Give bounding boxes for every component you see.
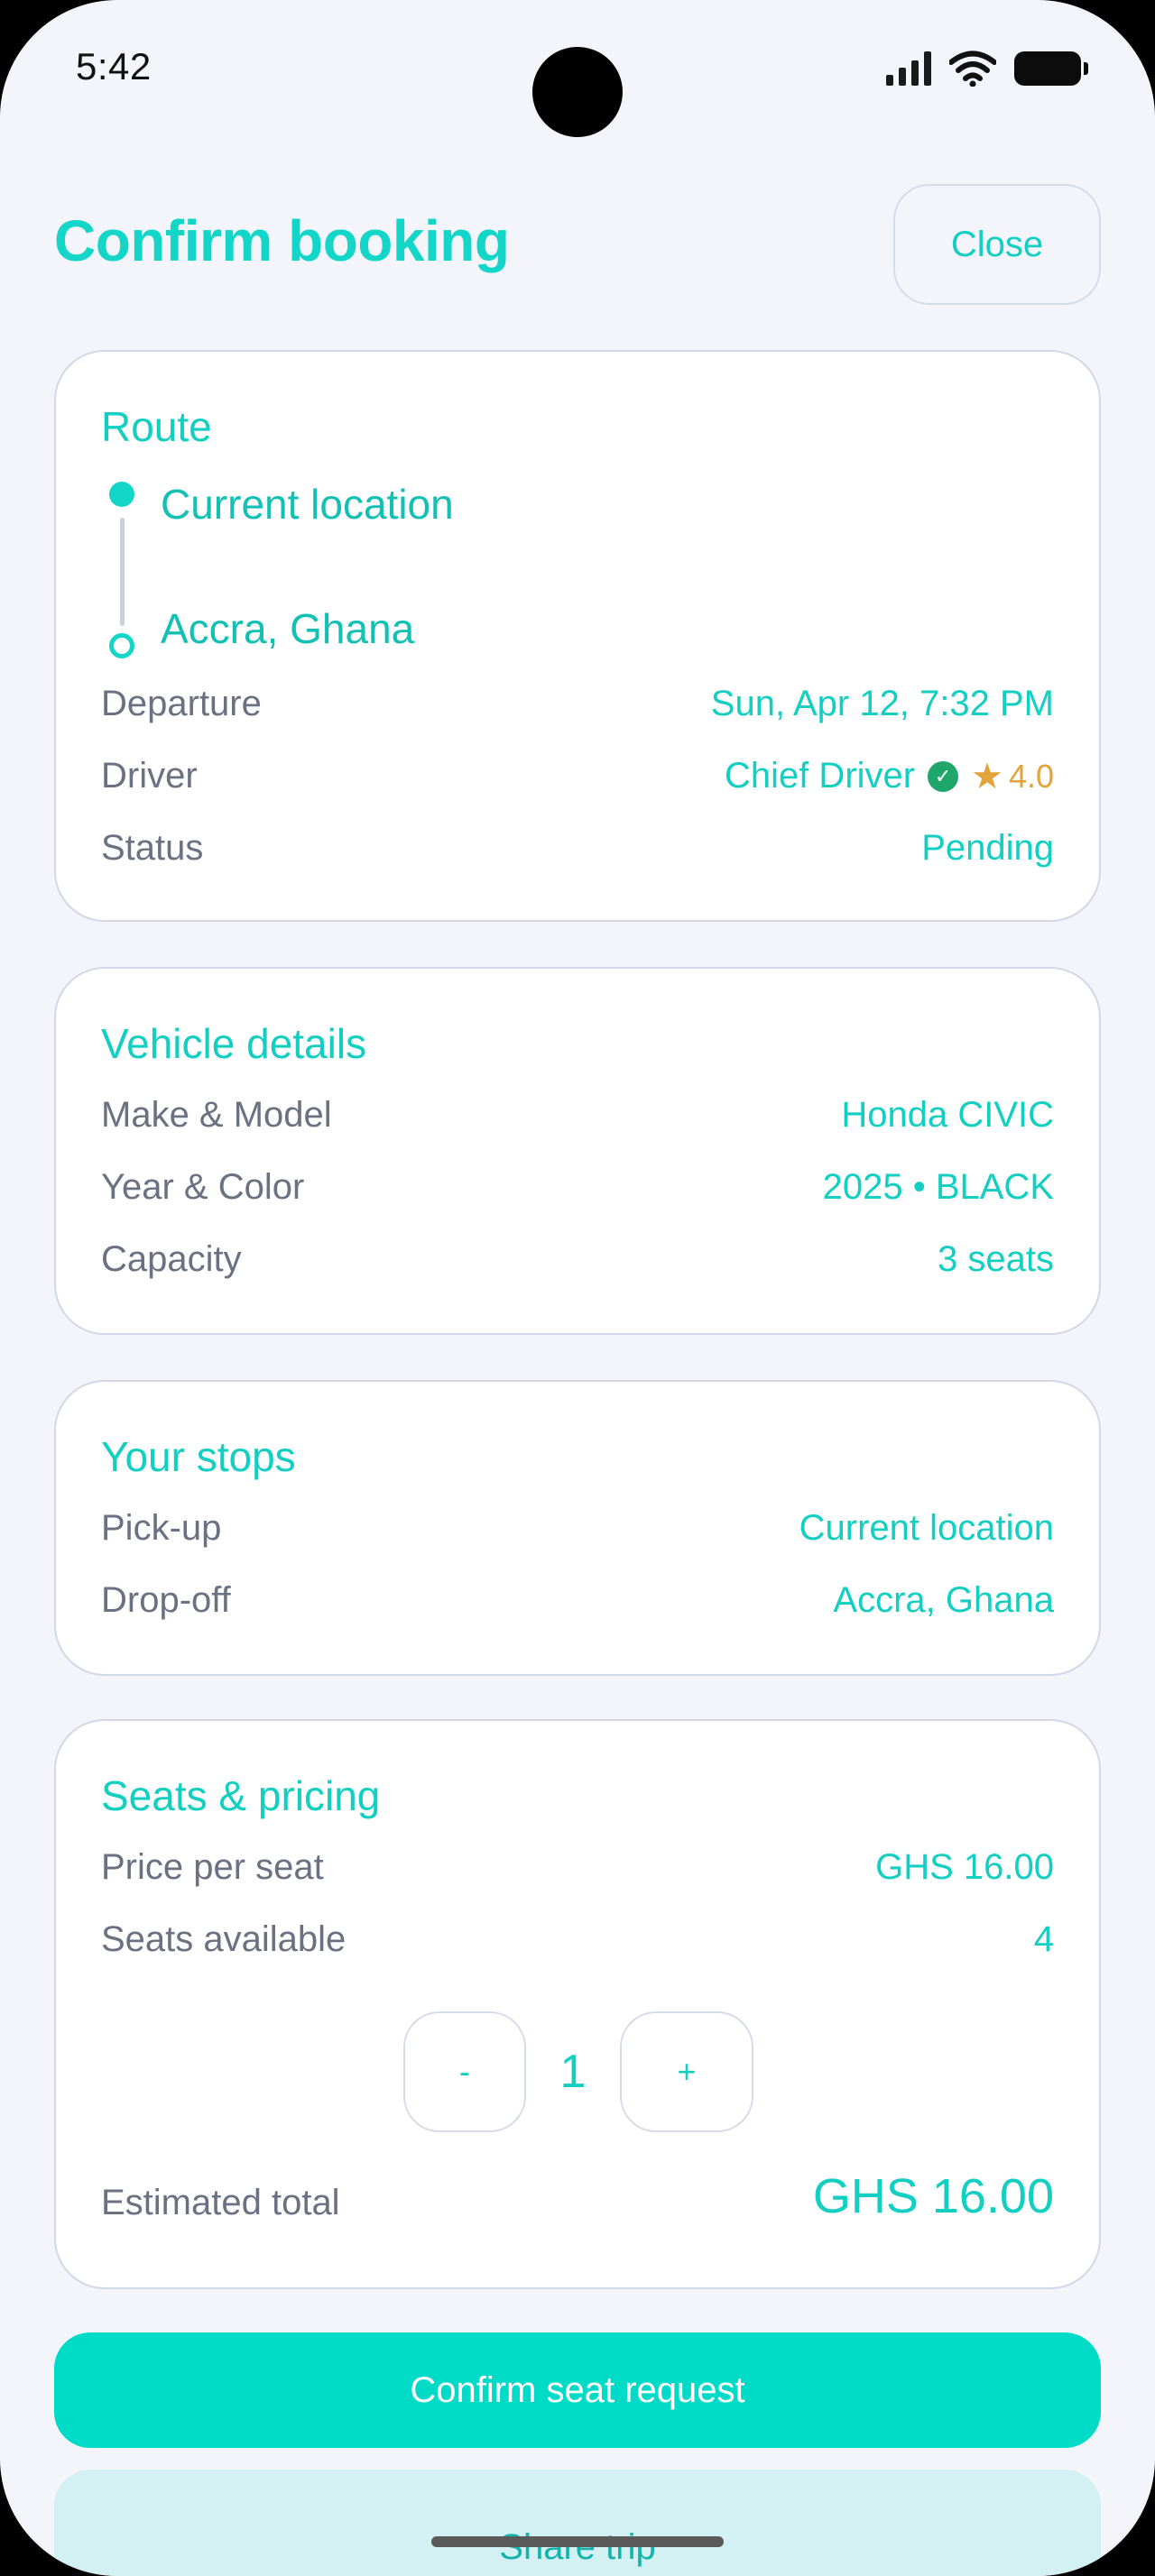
dropoff-value: Accra, Ghana xyxy=(833,1580,1054,1620)
driver-value: Chief Driver ✓ ★ 4.0 xyxy=(725,756,1054,796)
vehicle-row: Capacity 3 seats xyxy=(101,1239,1054,1280)
stops-card-title: Your stops xyxy=(101,1433,296,1480)
pickup-value: Current location xyxy=(799,1508,1054,1548)
pickup-label: Pick-up xyxy=(101,1508,222,1548)
camera-cutout xyxy=(532,47,623,137)
seat-decrement-button[interactable]: - xyxy=(403,2011,526,2132)
vehicle-row: Make & Model Honda CIVIC xyxy=(101,1095,1054,1136)
estimated-total-value: GHS 16.00 xyxy=(812,2169,1054,2223)
verified-icon: ✓ xyxy=(928,760,959,792)
pricing-card-title: Seats & pricing xyxy=(101,1772,381,1819)
vehicle-card: Vehicle details Make & Model Honda CIVIC… xyxy=(54,967,1101,1335)
driver-rating: ★ 4.0 xyxy=(971,758,1054,796)
share-trip-button[interactable]: Share trip xyxy=(54,2470,1101,2576)
route-start-dot xyxy=(109,482,134,507)
departure-row: Departure Sun, Apr 12, 7:32 PM xyxy=(101,684,1054,724)
route-end-dot xyxy=(109,633,134,658)
status-time: 5:42 xyxy=(76,45,152,87)
driver-label: Driver xyxy=(101,756,198,796)
year-color-label: Year & Color xyxy=(101,1167,305,1207)
status-value: Pending xyxy=(921,828,1054,868)
confirm-seat-request-button[interactable]: Confirm seat request xyxy=(54,2332,1101,2448)
status-row: Status Pending xyxy=(101,828,1054,869)
year-color-value: 2025 • BLACK xyxy=(822,1167,1054,1207)
seat-count: 1 xyxy=(559,2046,587,2098)
route-card: Route Current location Accra, Ghana Depa… xyxy=(54,350,1101,922)
seats-available-value: 4 xyxy=(1033,1919,1054,1959)
make-model-label: Make & Model xyxy=(101,1095,332,1135)
capacity-label: Capacity xyxy=(101,1239,242,1279)
capacity-value: 3 seats xyxy=(938,1239,1054,1279)
departure-value: Sun, Apr 12, 7:32 PM xyxy=(710,684,1054,723)
stops-card: Your stops Pick-up Current location Drop… xyxy=(54,1380,1101,1676)
driver-name: Chief Driver xyxy=(724,756,916,796)
price-per-seat-value: GHS 16.00 xyxy=(875,1847,1054,1887)
pricing-row: Seats available 4 xyxy=(101,1919,1054,1960)
page-title: Confirm booking xyxy=(54,208,510,273)
seats-available-label: Seats available xyxy=(101,1919,346,1959)
route-connector-line xyxy=(120,518,125,626)
vehicle-card-title: Vehicle details xyxy=(101,1020,367,1067)
status-icons xyxy=(886,51,1088,87)
phone-screen: 5:42 Confirm booking Close Route Current… xyxy=(0,0,1155,2576)
stop-row: Drop-off Accra, Ghana xyxy=(101,1580,1054,1621)
close-button[interactable]: Close xyxy=(893,184,1101,305)
route-origin: Current location xyxy=(161,481,454,528)
estimated-total-label: Estimated total xyxy=(101,2183,340,2222)
driver-rating-value: 4.0 xyxy=(1008,757,1054,795)
seat-increment-button[interactable]: + xyxy=(620,2011,753,2132)
departure-label: Departure xyxy=(101,684,262,723)
star-icon: ★ xyxy=(971,756,1003,796)
stop-row: Pick-up Current location xyxy=(101,1508,1054,1549)
dropoff-label: Drop-off xyxy=(101,1580,231,1620)
price-per-seat-label: Price per seat xyxy=(101,1847,324,1887)
pricing-card: Seats & pricing Price per seat GHS 16.00… xyxy=(54,1719,1101,2289)
make-model-value: Honda CIVIC xyxy=(841,1095,1054,1135)
pricing-row: Price per seat GHS 16.00 xyxy=(101,1847,1054,1888)
home-indicator[interactable] xyxy=(431,2536,724,2547)
wifi-icon xyxy=(949,51,996,87)
signal-icon xyxy=(886,51,931,86)
status-label: Status xyxy=(101,828,204,868)
vehicle-row: Year & Color 2025 • BLACK xyxy=(101,1167,1054,1208)
route-destination: Accra, Ghana xyxy=(161,605,415,652)
route-card-title: Route xyxy=(101,403,212,450)
status-bar: 5:42 xyxy=(0,0,1155,137)
battery-icon xyxy=(1014,51,1088,86)
driver-row: Driver Chief Driver ✓ ★ 4.0 xyxy=(101,756,1054,796)
